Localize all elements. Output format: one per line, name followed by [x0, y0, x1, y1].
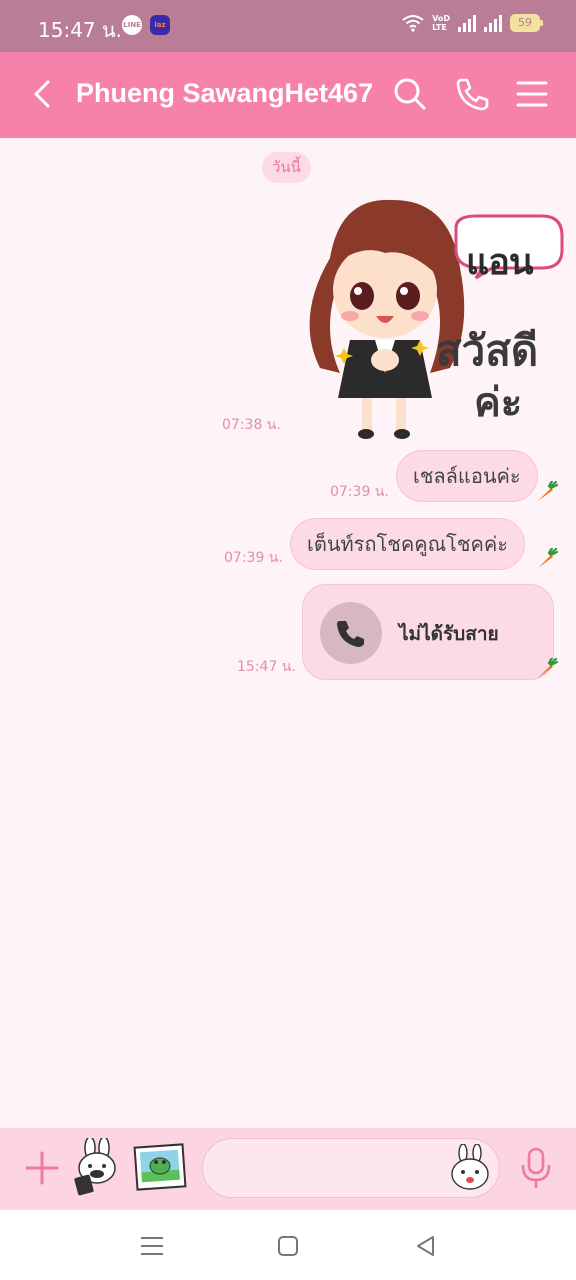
menu-icon[interactable]	[512, 74, 552, 114]
input-bar	[0, 1128, 576, 1210]
line-icon: LINE	[122, 15, 142, 35]
bunny-sticker-icon[interactable]	[68, 1138, 126, 1196]
message-bubble[interactable]: เต็นท์รถโชคคูณโชคค่ะ	[290, 518, 525, 570]
carrot-icon	[538, 548, 558, 568]
message-time: 07:39 น.	[330, 484, 389, 500]
battery-icon: 59	[510, 14, 543, 32]
volte-badge: VoD LTE	[432, 14, 450, 32]
search-icon[interactable]	[390, 74, 430, 114]
status-bar: 15:47 น. LINE laz VoD LTE 59	[0, 0, 576, 52]
message-time: 15:47 น.	[237, 659, 296, 675]
message-time: 07:39 น.	[224, 550, 283, 566]
home-icon[interactable]	[274, 1232, 302, 1260]
back-chevron-icon[interactable]	[24, 74, 64, 114]
status-time: 15:47 น.	[38, 18, 123, 42]
plus-icon[interactable]	[24, 1150, 60, 1186]
recent-apps-icon[interactable]	[138, 1232, 166, 1260]
chat-title[interactable]: Phueng SawangHet467	[76, 78, 373, 109]
chat-area[interactable]: วันนี้ แอน สวัสดี ค่ะ 07:38 น. เชลล์แอนค…	[0, 138, 576, 1128]
lazada-icon: laz	[150, 15, 170, 35]
chat-header: Phueng SawangHet467	[0, 52, 576, 138]
signal-icon-1	[458, 14, 476, 32]
frog-photo-icon[interactable]	[132, 1138, 190, 1196]
message-time: 07:38 น.	[222, 417, 281, 433]
microphone-icon[interactable]	[518, 1146, 554, 1190]
message-bubble[interactable]: เชลล์แอนค่ะ	[396, 450, 538, 502]
phone-handset-icon	[337, 621, 364, 647]
sticker-text-particle: ค่ะ	[474, 380, 523, 426]
status-indicators: VoD LTE 59	[402, 14, 543, 32]
date-badge: วันนี้	[262, 152, 311, 183]
sticker-text-name: แอน	[466, 242, 533, 283]
bunny-emoji-icon[interactable]	[448, 1144, 492, 1192]
call-bubble[interactable]: ไม่ได้รับสาย	[302, 584, 554, 680]
volte-top: VoD	[432, 14, 450, 23]
wifi-icon	[402, 15, 424, 32]
system-nav-bar	[0, 1210, 576, 1280]
volte-bottom: LTE	[432, 23, 447, 32]
signal-icon-2	[484, 14, 502, 32]
back-icon[interactable]	[412, 1232, 440, 1260]
call-icon-circle	[320, 602, 382, 664]
call-status-label: ไม่ได้รับสาย	[399, 623, 499, 645]
phone-icon[interactable]	[452, 74, 492, 114]
carrot-icon	[538, 481, 558, 501]
carrot-icon	[538, 658, 558, 678]
